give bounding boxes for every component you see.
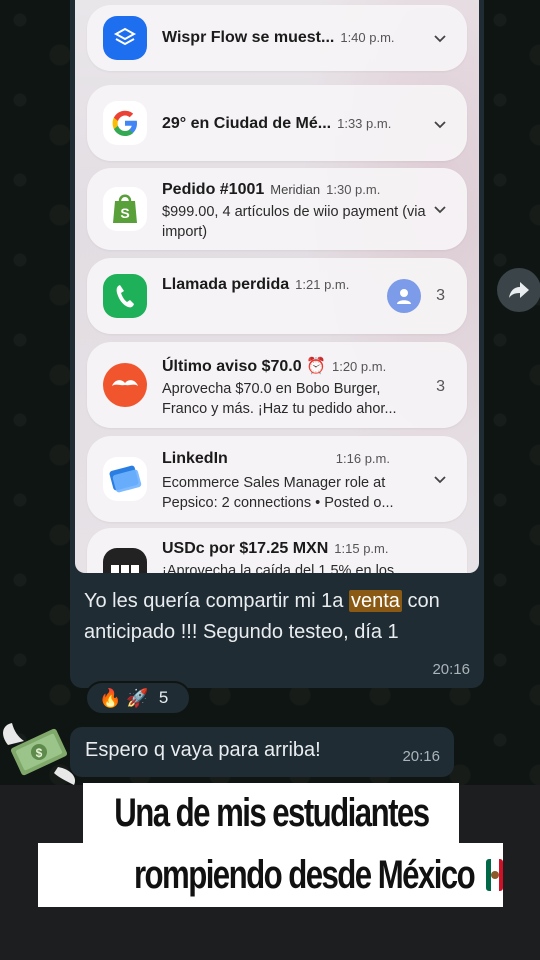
notification-title: Llamada perdida 1:21 p.m. [162, 276, 350, 293]
notification-wispr-flow: Wispr Flow se muest... 1:40 p.m. [87, 5, 467, 71]
phone-icon [103, 274, 147, 318]
wispr-flow-icon [103, 16, 147, 60]
svg-text:S: S [120, 205, 129, 221]
message-text: Espero q vaya para arriba! [85, 739, 321, 761]
notification-body: $999.00, 4 artículos de wiio payment (vi… [162, 204, 426, 240]
notification-missed-call: Llamada perdida 1:21 p.m. 3 [87, 258, 467, 334]
rappi-icon [103, 363, 147, 407]
reactions-pill[interactable]: 🔥 🚀 5 [85, 681, 191, 715]
notification-count: 3 [436, 378, 445, 395]
notification-title: USDc por $17.25 MXN 1:15 p.m. [162, 540, 389, 557]
notification-title: Pedido #1001 Meridian 1:30 p.m. [162, 181, 381, 198]
shopify-icon: S [103, 187, 147, 231]
notification-body: Aprovecha $70.0 en Bobo Burger, Franco y… [162, 381, 397, 417]
overlay-caption-line-1: Una de mis estudiantes [83, 783, 459, 843]
svg-text:$: $ [36, 746, 43, 760]
image-message-bubble[interactable]: Wispr Flow se muest... 1:40 p.m. 29° en C… [70, 0, 484, 688]
notification-title: 29° en Ciudad de Mé... 1:33 p.m. [162, 115, 392, 132]
notification-title: LinkedIn 1:16 p.m. [162, 450, 390, 467]
forward-button[interactable] [497, 268, 540, 312]
forward-icon [509, 282, 529, 298]
notification-count: 3 [436, 287, 445, 304]
notification-body: Ecommerce Sales Manager role at Pepsico:… [162, 475, 394, 511]
highlighted-word: venta [348, 590, 402, 612]
chevron-down-icon[interactable] [433, 202, 447, 216]
reaction-count: 5 [158, 688, 169, 707]
chevron-down-icon[interactable] [433, 117, 447, 131]
notification-title: Último aviso $70.0 ⏰ 1:20 p.m. [162, 358, 387, 375]
chat-background: Wispr Flow se muest... 1:40 p.m. 29° en C… [0, 0, 540, 785]
google-icon [103, 101, 147, 145]
notification-exchange: USDc por $17.25 MXN 1:15 p.m. ¡Aprovecha … [87, 528, 467, 573]
notification-google-weather: 29° en Ciudad de Mé... 1:33 p.m. [87, 85, 467, 161]
message-timestamp: 20:16 [402, 748, 440, 765]
notification-shopify-order: S Pedido #1001 Meridian 1:30 p.m. $999.00,… [87, 168, 467, 250]
linkedin-icon [103, 457, 147, 501]
notification-body: ¡Aprovecha la caída del 1.5% en los [162, 563, 395, 573]
money-wings-sticker: $ [3, 723, 76, 785]
message-caption: Yo les quería compartir mi 1a venta con … [84, 590, 440, 643]
chevron-down-icon[interactable] [433, 472, 447, 486]
notification-linkedin: LinkedIn 1:16 p.m. Ecommerce Sales Manage… [87, 436, 467, 522]
reaction-emojis: 🔥 🚀 [99, 687, 149, 708]
mexico-flag-icon [486, 859, 503, 891]
message-timestamp: 20:16 [432, 661, 470, 678]
notification-title: Wispr Flow se muest... 1:40 p.m. [162, 29, 395, 46]
overlay-caption-line-2: rompiendo desde México [38, 843, 503, 907]
notification-screenshot[interactable]: Wispr Flow se muest... 1:40 p.m. 29° en C… [75, 0, 479, 573]
exchange-icon [103, 548, 147, 573]
notification-promo: Último aviso $70.0 ⏰ 1:20 p.m. Aprovecha … [87, 342, 467, 428]
avatar [387, 279, 421, 313]
text-message-bubble[interactable]: Espero q vaya para arriba! 20:16 [70, 727, 454, 777]
chevron-down-icon[interactable] [433, 31, 447, 45]
